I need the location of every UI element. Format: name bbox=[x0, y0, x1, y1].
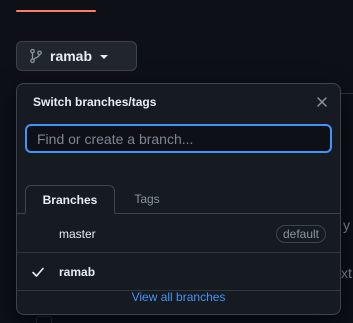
branch-search-input[interactable] bbox=[25, 124, 332, 153]
view-all-branches-link[interactable]: View all branches bbox=[17, 290, 340, 304]
popover-header: Switch branches/tags bbox=[17, 84, 340, 120]
screen: y xt ramab Switch branches/tags Find or … bbox=[0, 0, 353, 323]
background-text-fragment: y bbox=[343, 217, 350, 233]
popover-title: Switch branches/tags bbox=[33, 95, 157, 109]
tab-branches[interactable]: Branches bbox=[25, 185, 115, 214]
branch-item-master[interactable]: master default bbox=[17, 215, 340, 253]
chevron-down-icon bbox=[100, 55, 109, 59]
check-icon bbox=[32, 267, 44, 277]
background-checkbox bbox=[36, 316, 52, 323]
tab-bar: Branches Tags bbox=[17, 185, 340, 214]
branch-list: master default ramab bbox=[17, 215, 340, 291]
branch-item-ramab[interactable]: ramab bbox=[17, 253, 340, 291]
git-branch-icon bbox=[28, 48, 44, 64]
active-tab-underline bbox=[16, 10, 96, 12]
branch-switcher-popover: Switch branches/tags Branches Tags maste… bbox=[16, 83, 341, 315]
search-wrapper bbox=[17, 120, 340, 153]
check-slot bbox=[31, 265, 59, 279]
background-text-fragment: xt bbox=[341, 265, 352, 281]
branch-name: master bbox=[59, 226, 96, 241]
background-divider bbox=[339, 93, 353, 94]
branch-selector-label: ramab bbox=[50, 48, 93, 64]
tab-tags[interactable]: Tags bbox=[115, 185, 179, 213]
default-badge: default bbox=[275, 224, 326, 243]
branch-selector-button[interactable]: ramab bbox=[16, 41, 137, 71]
branch-name: ramab bbox=[59, 264, 96, 279]
close-icon[interactable] bbox=[316, 96, 328, 108]
